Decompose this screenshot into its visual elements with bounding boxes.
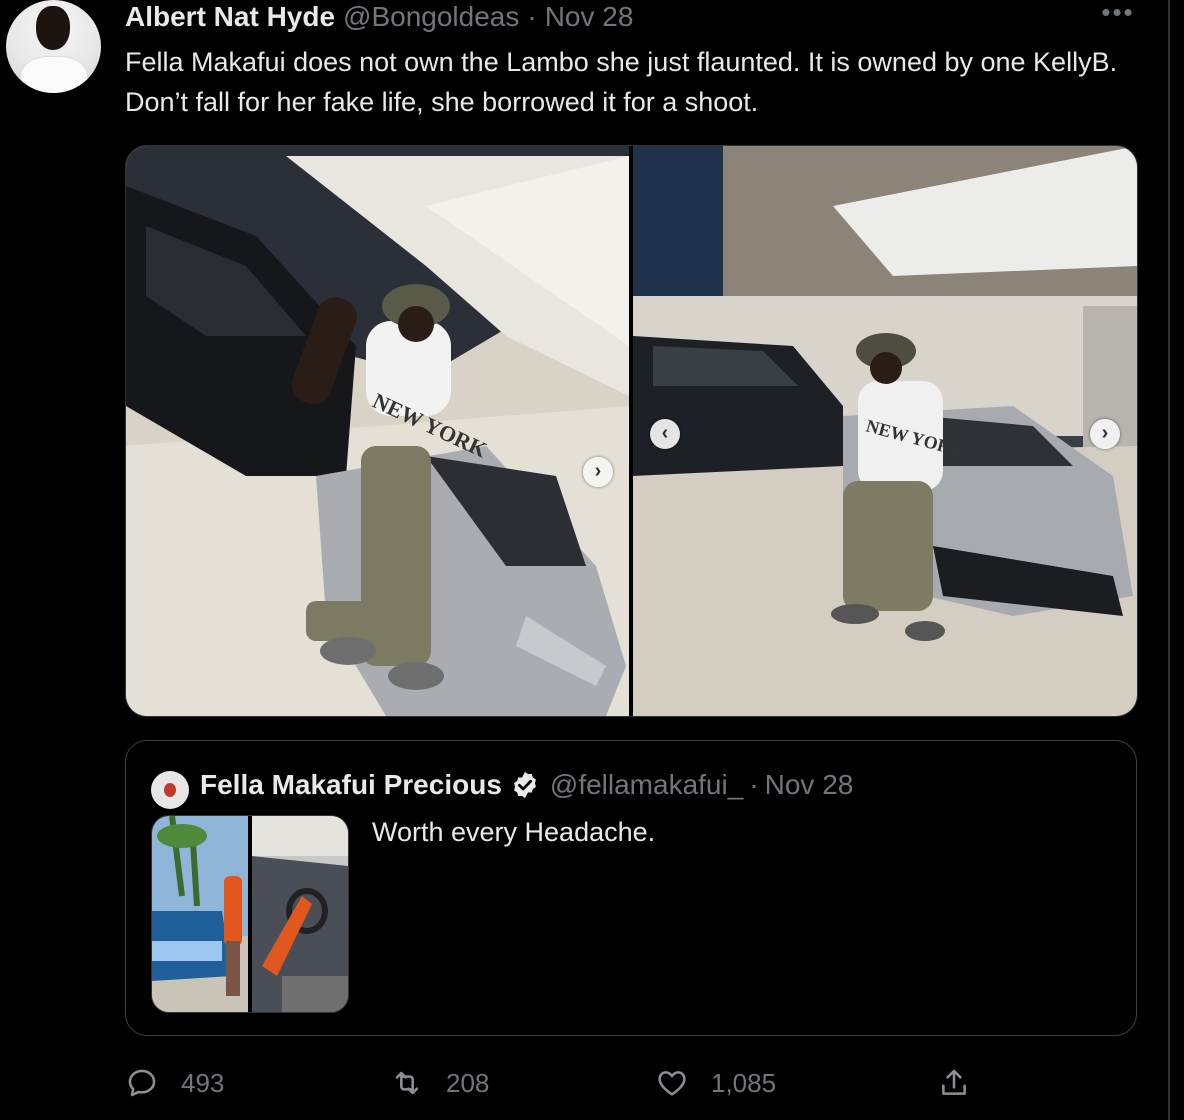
verified-badge-icon — [513, 771, 536, 799]
tweet-header: Albert Nat Hyde @Bongoldeas · Nov 28 — [125, 1, 633, 35]
reply-button[interactable]: 493 — [125, 1060, 224, 1106]
quoted-tweet[interactable]: Fella Makafui Precious @fellamakafui_ · … — [125, 740, 1137, 1036]
like-button[interactable]: 1,085 — [655, 1060, 776, 1106]
avatar-head — [36, 6, 70, 50]
meta-separator: · — [527, 1, 537, 32]
media-photo-left[interactable]: NEW YORK › — [126, 146, 629, 716]
share-icon — [942, 1069, 966, 1095]
like-count: 1,085 — [711, 1067, 777, 1098]
tweet-media[interactable]: NEW YORK › NEW YORK ‹ › — [125, 145, 1138, 717]
quoted-thumb-right — [252, 816, 348, 1012]
author-name[interactable]: Albert Nat Hyde — [125, 1, 335, 33]
quoted-tweet-header: Fella Makafui Precious @fellamakafui_ · … — [200, 769, 853, 801]
media-photo-right[interactable]: NEW YORK ‹ › — [633, 146, 1137, 716]
quoted-author-name[interactable]: Fella Makafui Precious — [200, 769, 502, 801]
quoted-tweet-text: Worth every Headache. — [372, 817, 656, 847]
photo-left-illustration: NEW YORK — [126, 146, 629, 716]
quoted-tweet-date[interactable]: Nov 28 — [765, 769, 854, 801]
quoted-author-handle[interactable]: @fellamakafui_ — [550, 769, 743, 801]
share-button[interactable] — [937, 1060, 993, 1106]
tweet-date[interactable]: Nov 28 — [545, 1, 634, 33]
quoted-meta-separator: · — [749, 769, 759, 800]
retweet-button[interactable]: 208 — [390, 1060, 489, 1106]
reply-icon — [128, 1069, 156, 1097]
right-photo-prev-icon[interactable]: ‹ — [650, 419, 680, 449]
quoted-author-avatar[interactable] — [151, 771, 189, 809]
quoted-media[interactable] — [151, 815, 349, 1013]
avatar-shirt — [20, 56, 88, 93]
heart-icon — [658, 1071, 686, 1096]
author-handle[interactable]: @Bongoldeas — [343, 1, 519, 33]
retweet-count: 208 — [446, 1067, 490, 1098]
more-icon[interactable]: ••• — [1100, 0, 1136, 25]
timeline-border — [1168, 0, 1170, 1120]
quoted-thumb-left — [152, 816, 248, 1012]
tweet-actions: 493 208 1,085 — [125, 1060, 1025, 1108]
avatar-dot — [164, 783, 176, 797]
retweet-icon — [395, 1071, 419, 1095]
tweet-text: Fella Makafui does not own the Lambo she… — [125, 47, 1118, 117]
right-photo-next-icon[interactable]: › — [1090, 419, 1120, 449]
photo-right-illustration: NEW YORK — [633, 146, 1137, 716]
author-avatar[interactable] — [6, 0, 101, 93]
left-photo-next-icon[interactable]: › — [583, 457, 613, 487]
reply-count: 493 — [181, 1067, 225, 1098]
